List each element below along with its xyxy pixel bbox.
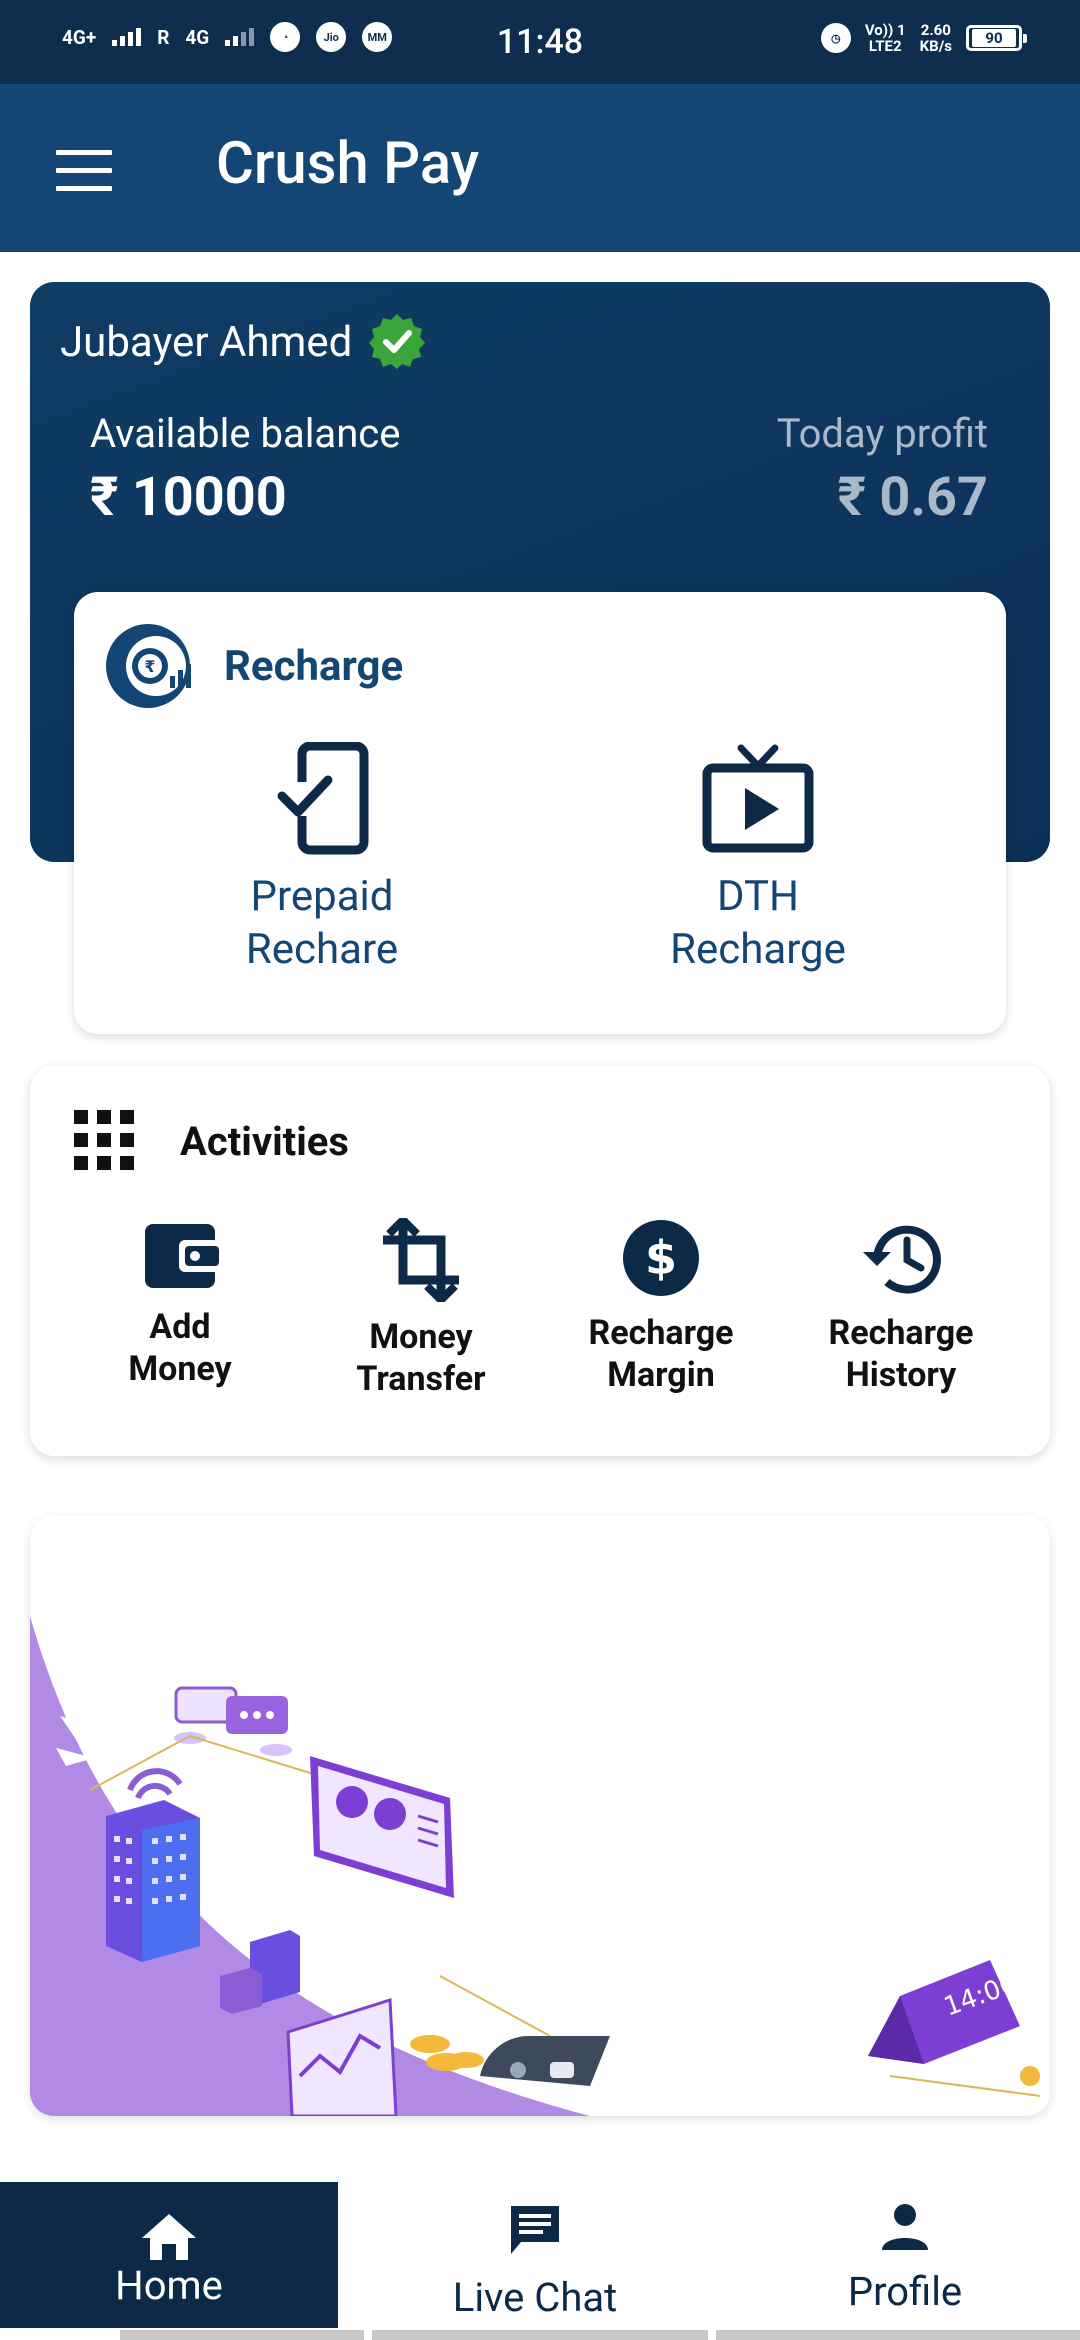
user-name: Jubayer Ahmed	[60, 318, 353, 367]
status-bar: 4G+ R 4G ◔ Jio MM 11:48 ◷ Vo)) 1 LTE2 2.…	[0, 0, 1080, 84]
network-speed: 2.60 KB/s	[919, 21, 952, 55]
add-money-button[interactable]: Add Money	[70, 1218, 290, 1390]
status-right-icons: ◷ Vo)) 1 LTE2 2.60 KB/s 90	[820, 21, 1027, 55]
available-balance-value: ₹ 10000	[90, 466, 287, 529]
today-profit-label: Today profit	[776, 410, 988, 457]
app-bar: Crush Pay	[0, 84, 1080, 252]
volte-indicator: Vo)) 1 LTE2	[864, 21, 906, 55]
promo-banner[interactable]: 14:00	[30, 1516, 1050, 2116]
finance-illustration: 14:00	[30, 1616, 1041, 2116]
chat-icon	[511, 2206, 559, 2254]
dollar-circle-icon: $	[623, 1220, 699, 1296]
nav-home[interactable]: Home	[0, 2182, 338, 2328]
gesture-bar-right	[716, 2330, 1080, 2340]
home-icon	[142, 2214, 196, 2260]
available-balance-label: Available balance	[90, 410, 401, 457]
activities-card: Activities Add Money Money Transfer $ Rech…	[30, 1066, 1050, 1456]
person-icon	[882, 2204, 928, 2250]
recharge-history-button[interactable]: Recharge History	[791, 1218, 1011, 1396]
today-profit-value: ₹ 0.67	[837, 466, 988, 529]
bottom-navigation: Home Live Chat Profile	[0, 2182, 1080, 2328]
recharge-margin-button[interactable]: $ Recharge Margin	[551, 1218, 771, 1396]
battery-icon: 90	[966, 25, 1027, 51]
gesture-bar-left	[120, 2330, 364, 2340]
recharge-logo-icon: ₹	[106, 624, 191, 708]
dth-recharge-button[interactable]: DTH Recharge	[608, 742, 908, 976]
crop-transfer-icon	[383, 1218, 459, 1302]
menu-icon[interactable]	[56, 150, 112, 192]
recharge-card: ₹ Recharge Prepaid Rechare DTH Recharge	[74, 592, 1006, 1034]
apps-grid-icon	[74, 1110, 134, 1170]
history-icon	[863, 1225, 941, 1294]
nav-live-chat[interactable]: Live Chat	[370, 2182, 700, 2328]
recharge-title: Recharge	[224, 642, 404, 691]
gesture-bar-middle	[372, 2330, 708, 2340]
money-transfer-button[interactable]: Money Transfer	[311, 1218, 531, 1400]
nav-profile-label: Profile	[847, 2268, 963, 2315]
alarm-icon: ◷	[820, 23, 851, 53]
svg-text:$: $	[645, 1231, 677, 1285]
phone-check-icon	[277, 742, 369, 855]
nav-live-chat-label: Live Chat	[452, 2274, 618, 2321]
svg-text:₹: ₹	[144, 657, 155, 676]
activities-title: Activities	[180, 1118, 349, 1165]
nav-profile[interactable]: Profile	[740, 2182, 1070, 2328]
verified-badge-icon	[369, 314, 425, 369]
wallet-icon	[145, 1224, 219, 1288]
prepaid-recharge-button[interactable]: Prepaid Rechare	[172, 742, 472, 976]
nav-home-label: Home	[115, 2262, 223, 2309]
tv-play-icon	[702, 744, 814, 853]
app-title: Crush Pay	[216, 130, 480, 198]
